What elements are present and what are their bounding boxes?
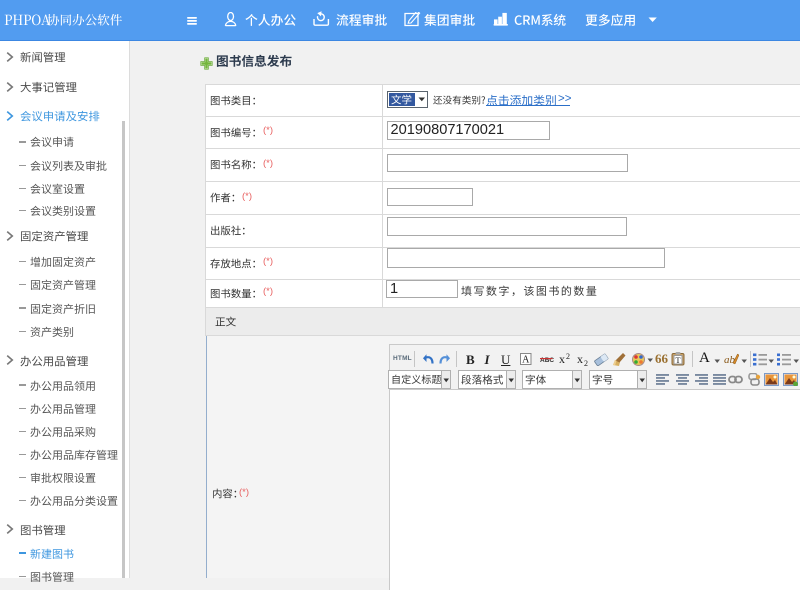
- svg-text:x: x: [577, 353, 583, 366]
- svg-text:ab: ab: [724, 354, 736, 366]
- svg-text:2: 2: [566, 353, 570, 361]
- svg-text:T: T: [675, 355, 681, 365]
- svg-text:A: A: [522, 355, 530, 366]
- svg-text:2: 2: [584, 359, 588, 367]
- svg-text:x: x: [559, 353, 565, 365]
